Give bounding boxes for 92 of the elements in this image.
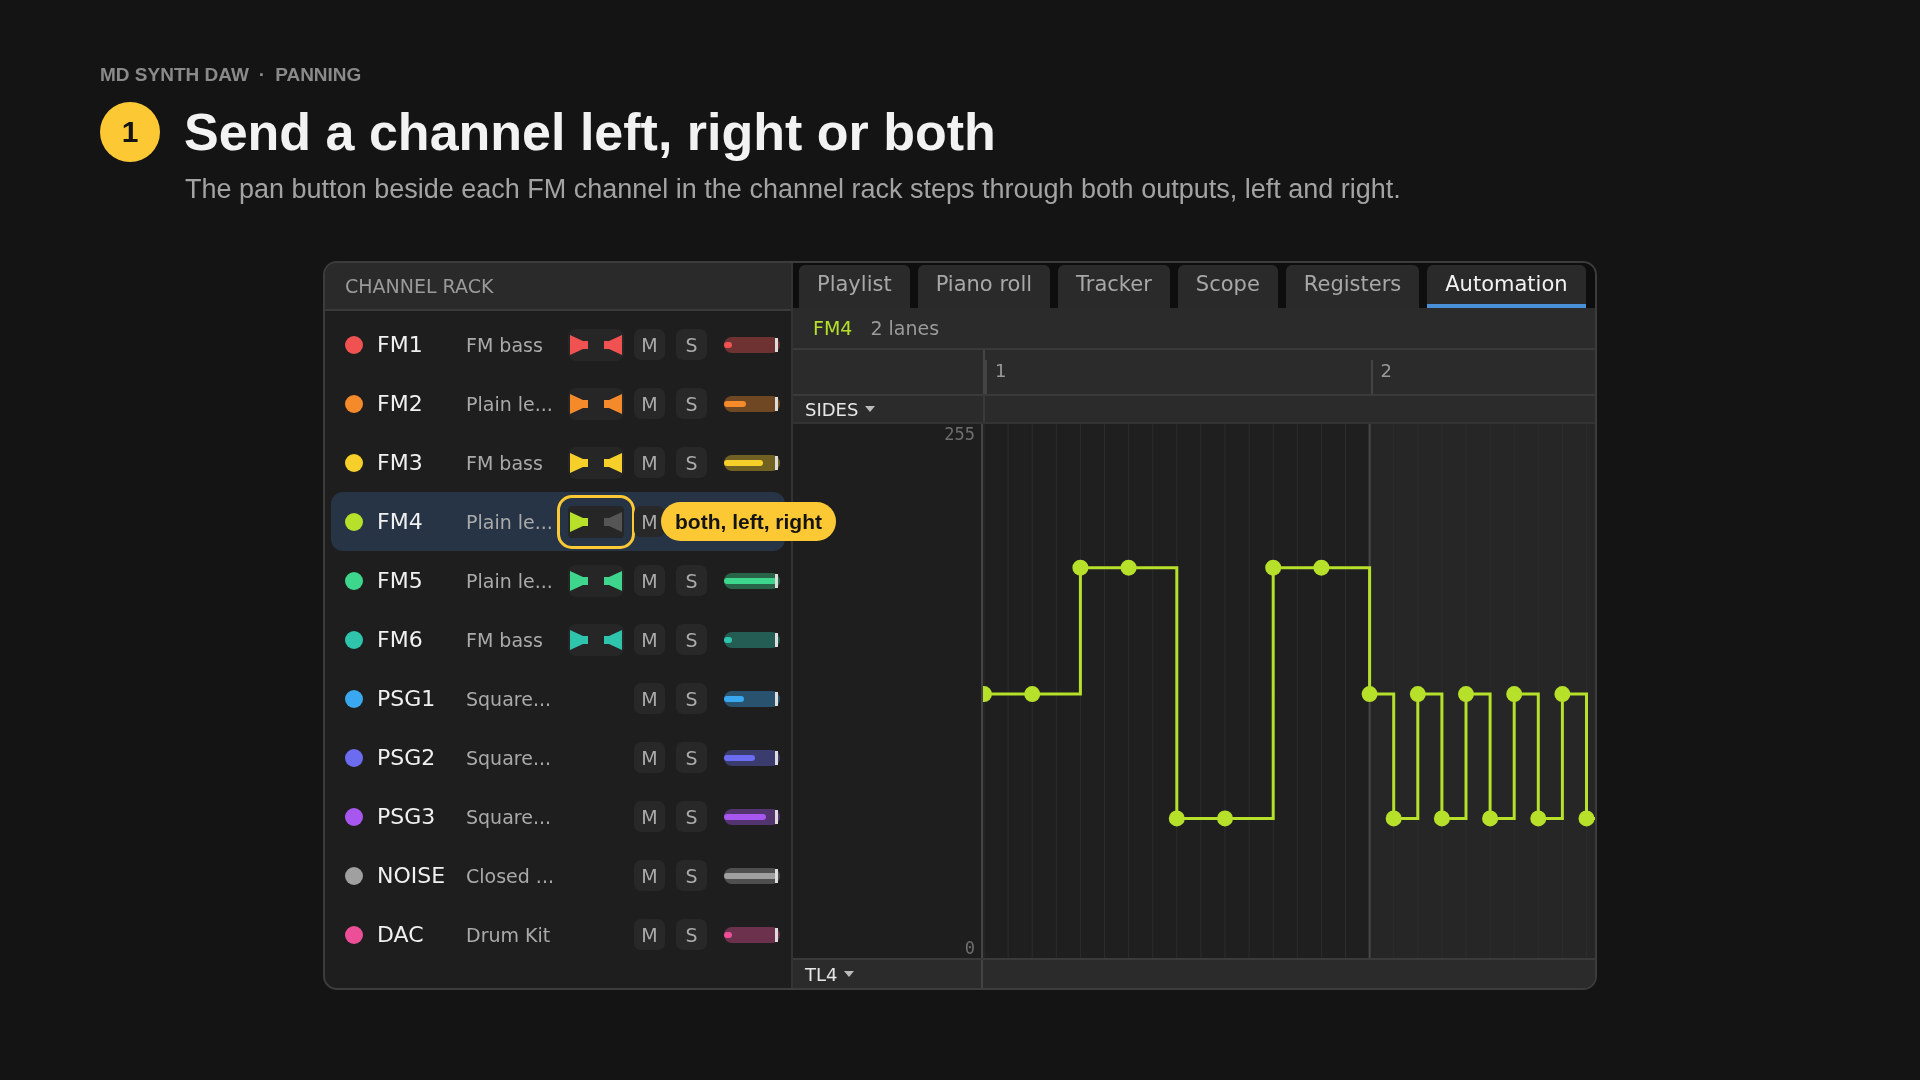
tab[interactable]: Scope	[1177, 265, 1278, 308]
volume-meter[interactable]	[724, 808, 780, 825]
preset-name: Plain le...	[466, 392, 554, 415]
solo-button[interactable]: S	[676, 683, 707, 714]
channel-name: FM1	[377, 332, 424, 357]
pan-button[interactable]	[568, 564, 624, 597]
mute-button[interactable]: M	[634, 860, 665, 891]
preset-name: FM bass	[466, 333, 544, 356]
channel-name: PSG1	[377, 686, 437, 711]
caret-icon	[843, 970, 856, 979]
tab[interactable]: Piano roll	[917, 265, 1051, 308]
solo-button[interactable]: S	[676, 388, 707, 419]
channel-row[interactable]: FM5 Plain le... M S	[331, 551, 785, 610]
volume-meter[interactable]	[724, 690, 780, 707]
axis-label: 0	[964, 938, 975, 959]
breadcrumb-item: PANNING	[275, 64, 362, 86]
breadcrumb-separator: ·	[258, 64, 266, 86]
step-description: The pan button beside each FM channel in the channel rack steps through both outputs, left and right.	[185, 174, 1402, 205]
channel-name: PSG2	[377, 745, 437, 770]
preset-name: Square...	[466, 805, 552, 828]
step-number-badge: 1	[100, 102, 160, 162]
volume-meter[interactable]	[724, 454, 780, 471]
channel-name: FM4	[377, 509, 424, 534]
channel-row[interactable]: DAC Drum Kit M S	[331, 905, 785, 964]
caret-icon	[864, 405, 877, 414]
preset-name: Square...	[466, 687, 552, 710]
volume-meter[interactable]	[724, 395, 780, 412]
preset-name: Plain le...	[466, 510, 554, 533]
channel-row[interactable]: FM2 Plain le... M S	[331, 374, 785, 433]
pan-button[interactable]	[568, 623, 624, 656]
preset-name: FM bass	[466, 628, 544, 651]
pan-button[interactable]	[568, 505, 624, 538]
preset-name: Square...	[466, 746, 552, 769]
bar-number: 2	[1370, 360, 1393, 395]
bar-number: 1	[985, 360, 1007, 395]
volume-meter[interactable]	[724, 867, 780, 884]
automation-channel: FM4	[813, 316, 853, 339]
mute-button[interactable]: M	[634, 388, 665, 419]
channel-row[interactable]: FM3 FM bass M S	[331, 433, 785, 492]
breadcrumb-item: MD SYNTH DAW	[100, 64, 249, 86]
channel-name: FM5	[377, 568, 424, 593]
preset-name: Drum Kit	[466, 923, 552, 946]
tab[interactable]: Tracker	[1058, 265, 1170, 308]
channel-name: FM6	[377, 627, 424, 652]
channel-row[interactable]: FM6 FM bass M S	[331, 610, 785, 669]
mute-button[interactable]: M	[634, 506, 665, 537]
automation-curve-drawing[interactable]	[983, 559, 1595, 827]
volume-meter[interactable]	[724, 572, 780, 589]
solo-button[interactable]: S	[676, 860, 707, 891]
channel-name: PSG3	[377, 804, 437, 829]
channel-row[interactable]: NOISE Closed ... M S	[331, 846, 785, 905]
channel-row[interactable]: FM1 FM bass M S	[331, 315, 785, 374]
channel-row[interactable]: PSG1 Square... M S	[331, 669, 785, 728]
preset-name: Plain le...	[466, 569, 554, 592]
channel-row[interactable]: PSG2 Square... M S	[331, 728, 785, 787]
step-title: Send a channel left, right or both	[184, 102, 996, 162]
tab[interactable]: Registers	[1285, 265, 1420, 308]
mute-button[interactable]: M	[634, 742, 665, 773]
solo-button[interactable]: S	[676, 919, 707, 950]
solo-button[interactable]: S	[676, 742, 707, 773]
lane-count: 2 lanes	[870, 316, 940, 339]
mute-button[interactable]: M	[634, 624, 665, 655]
preset-name: FM bass	[466, 451, 544, 474]
volume-meter[interactable]	[724, 749, 780, 766]
tooltip: both, left, right	[661, 502, 836, 541]
axis-label: 255	[944, 424, 975, 445]
pan-button[interactable]	[568, 446, 624, 479]
pan-button[interactable]	[568, 387, 624, 420]
volume-meter[interactable]	[724, 336, 780, 353]
pan-button[interactable]	[568, 328, 624, 361]
mute-button[interactable]: M	[634, 801, 665, 832]
mute-button[interactable]: M	[634, 683, 665, 714]
panel-title: CHANNEL RACK	[345, 275, 494, 297]
solo-button[interactable]: S	[676, 447, 707, 478]
channel-name: NOISE	[377, 863, 447, 888]
solo-button[interactable]: S	[676, 329, 707, 360]
mute-button[interactable]: M	[634, 565, 665, 596]
solo-button[interactable]: S	[676, 624, 707, 655]
tab[interactable]: Playlist	[799, 265, 910, 308]
mute-button[interactable]: M	[634, 329, 665, 360]
mute-button[interactable]: M	[634, 919, 665, 950]
mute-button[interactable]: M	[634, 447, 665, 478]
preset-name: Closed ...	[466, 864, 555, 887]
channel-name: FM3	[377, 450, 424, 475]
volume-meter[interactable]	[724, 631, 780, 648]
channel-name: DAC	[377, 922, 425, 947]
tab[interactable]: Automation	[1427, 265, 1586, 308]
solo-button[interactable]: S	[676, 565, 707, 596]
solo-button[interactable]: S	[676, 801, 707, 832]
channel-row[interactable]: PSG3 Square... M S	[331, 787, 785, 846]
volume-meter[interactable]	[724, 926, 780, 943]
channel-name: FM2	[377, 391, 424, 416]
